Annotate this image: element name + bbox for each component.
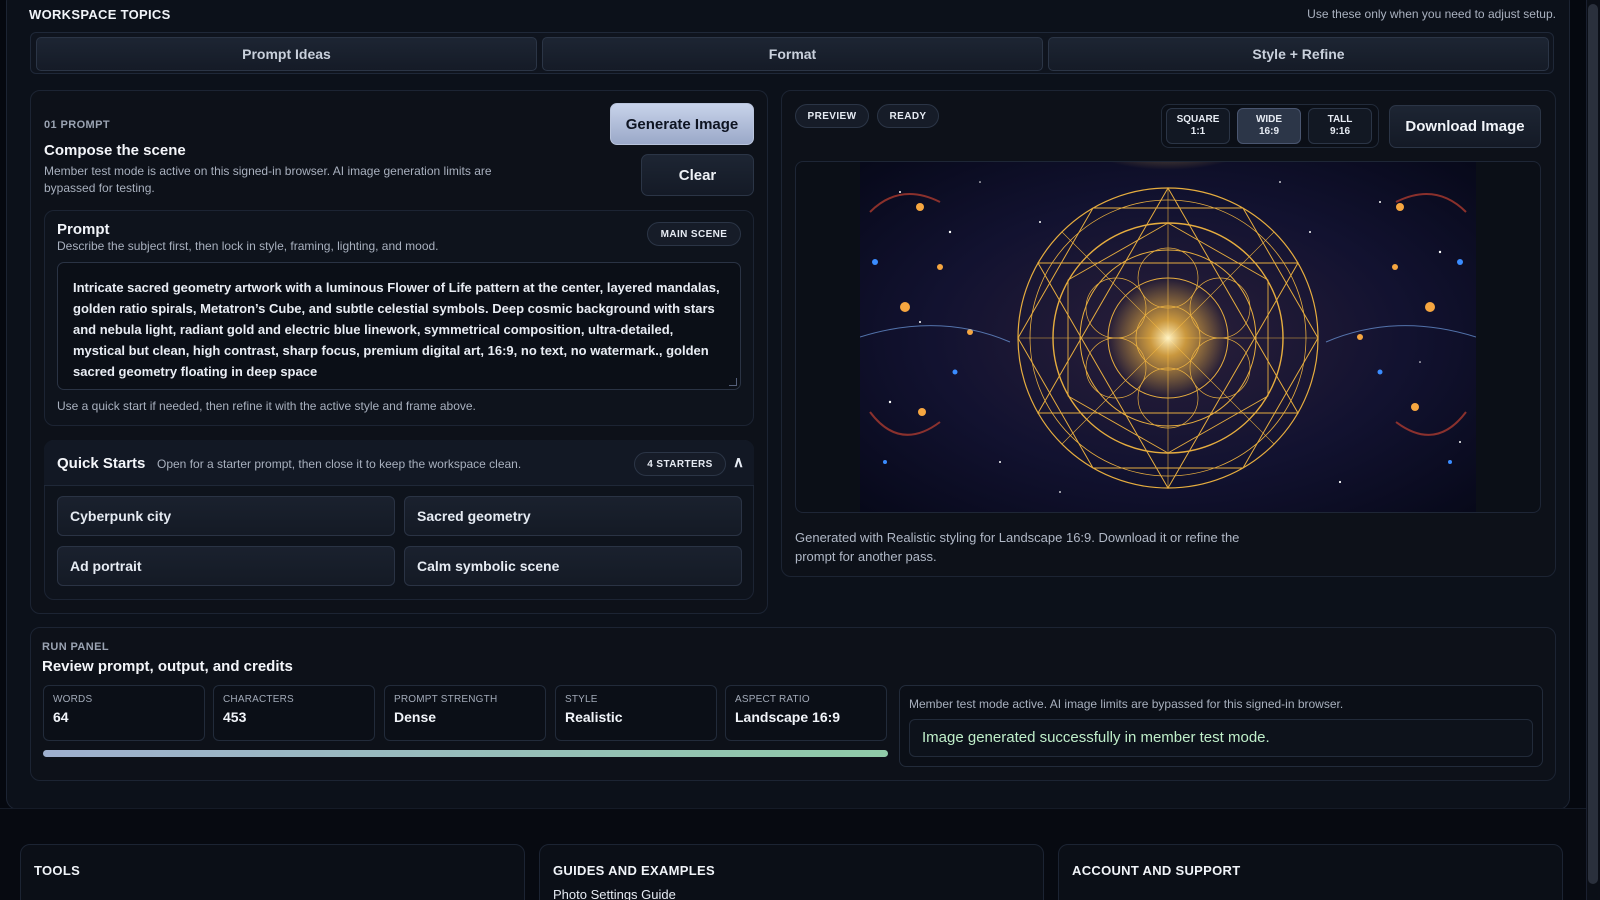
- generated-image: [860, 162, 1476, 512]
- topic-tabs: Prompt Ideas Format Style + Refine: [30, 32, 1554, 74]
- stat-prompt-strength-label: PROMPT STRENGTH: [394, 694, 498, 705]
- photo-settings-guide-link[interactable]: Photo Settings Guide: [553, 887, 676, 900]
- workspace-title: WORKSPACE TOPICS: [29, 7, 171, 22]
- starter-ad-portrait[interactable]: Ad portrait: [57, 546, 395, 586]
- starters-count-badge: 4 STARTERS: [634, 452, 726, 476]
- clear-button[interactable]: Clear: [641, 154, 754, 196]
- ratio-square-button[interactable]: SQUARE 1:1: [1166, 108, 1230, 144]
- quick-starts-title: Quick Starts: [57, 455, 146, 472]
- preview-pill: PREVIEW: [795, 104, 869, 128]
- footer-tools-title: TOOLS: [34, 863, 81, 878]
- prompt-footer-hint: Use a quick start if needed, then refine…: [57, 399, 476, 413]
- starter-calm-symbolic-scene[interactable]: Calm symbolic scene: [404, 546, 742, 586]
- prompt-text: Intricate sacred geometry artwork with a…: [73, 280, 720, 379]
- ratio-wide-button[interactable]: WIDE 16:9: [1237, 108, 1301, 144]
- run-panel-step: RUN PANEL: [42, 641, 109, 653]
- starter-cyberpunk-city[interactable]: Cyberpunk city: [57, 496, 395, 536]
- prompt-label: Prompt: [57, 221, 110, 238]
- scrollbar-thumb[interactable]: [1588, 4, 1598, 884]
- resize-handle-icon[interactable]: [729, 378, 737, 386]
- download-image-button[interactable]: Download Image: [1389, 105, 1541, 148]
- stat-style-label: STYLE: [565, 694, 598, 705]
- stat-characters-value: 453: [223, 709, 247, 725]
- compose-step: 01 PROMPT: [44, 119, 110, 131]
- stat-prompt-strength-value: Dense: [394, 709, 437, 725]
- footer-account-title: ACCOUNT AND SUPPORT: [1072, 863, 1241, 878]
- ratio-tall-value: 9:16: [1329, 126, 1350, 137]
- stat-aspect-ratio-value: Landscape 16:9: [735, 709, 841, 725]
- compose-title: Compose the scene: [44, 142, 186, 159]
- prompt-textarea[interactable]: Intricate sacred geometry artwork with a…: [57, 262, 741, 390]
- ratio-wide-name: WIDE: [1255, 114, 1283, 125]
- ready-pill: READY: [877, 104, 939, 128]
- preview-caption: Generated with Realistic styling for Lan…: [795, 530, 1240, 564]
- ratio-tall-name: TALL: [1327, 114, 1353, 125]
- compose-description: Member test mode is active on this signe…: [44, 164, 492, 195]
- ratio-tall-button[interactable]: TALL 9:16: [1308, 108, 1372, 144]
- credits-progress-fill: [43, 750, 888, 757]
- run-notice: Member test mode active. AI image limits…: [909, 697, 1344, 711]
- stat-aspect-ratio: ASPECT RATIO Landscape 16:9: [725, 685, 887, 741]
- footer-tools: TOOLS: [20, 844, 525, 900]
- footer-guides: GUIDES AND EXAMPLES Photo Settings Guide: [539, 844, 1044, 900]
- stat-characters-label: CHARACTERS: [223, 694, 294, 705]
- stat-characters: CHARACTERS 453: [213, 685, 375, 741]
- stat-words-value: 64: [53, 709, 69, 725]
- tab-style-refine[interactable]: Style + Refine: [1048, 37, 1549, 71]
- stat-prompt-strength: PROMPT STRENGTH Dense: [384, 685, 546, 741]
- main-scene-badge: MAIN SCENE: [647, 222, 741, 246]
- stat-aspect-ratio-label: ASPECT RATIO: [735, 694, 810, 705]
- run-status-message: Image generated successfully in member t…: [909, 719, 1533, 757]
- chevron-up-icon[interactable]: ∧: [733, 453, 744, 471]
- generate-image-button[interactable]: Generate Image: [610, 103, 754, 145]
- page-scrollbar[interactable]: [1586, 0, 1600, 900]
- stat-style: STYLE Realistic: [555, 685, 717, 741]
- tab-prompt-ideas[interactable]: Prompt Ideas: [36, 37, 537, 71]
- credits-progress-track: [43, 750, 888, 757]
- ratio-square-value: 1:1: [1190, 126, 1206, 137]
- tab-format[interactable]: Format: [542, 37, 1043, 71]
- run-panel-title: Review prompt, output, and credits: [42, 658, 293, 675]
- ratio-square-name: SQUARE: [1176, 114, 1220, 125]
- stat-words: WORDS 64: [43, 685, 205, 741]
- prompt-hint: Describe the subject first, then lock in…: [57, 239, 439, 253]
- workspace-hint: Use these only when you need to adjust s…: [1307, 7, 1556, 21]
- footer-account: ACCOUNT AND SUPPORT: [1058, 844, 1563, 900]
- footer-guides-title: GUIDES AND EXAMPLES: [553, 863, 715, 878]
- stat-style-value: Realistic: [565, 709, 623, 725]
- ratio-wide-value: 16:9: [1258, 126, 1279, 137]
- starter-sacred-geometry[interactable]: Sacred geometry: [404, 496, 742, 536]
- stat-words-label: WORDS: [53, 694, 93, 705]
- quick-starts-hint: Open for a starter prompt, then close it…: [157, 457, 522, 471]
